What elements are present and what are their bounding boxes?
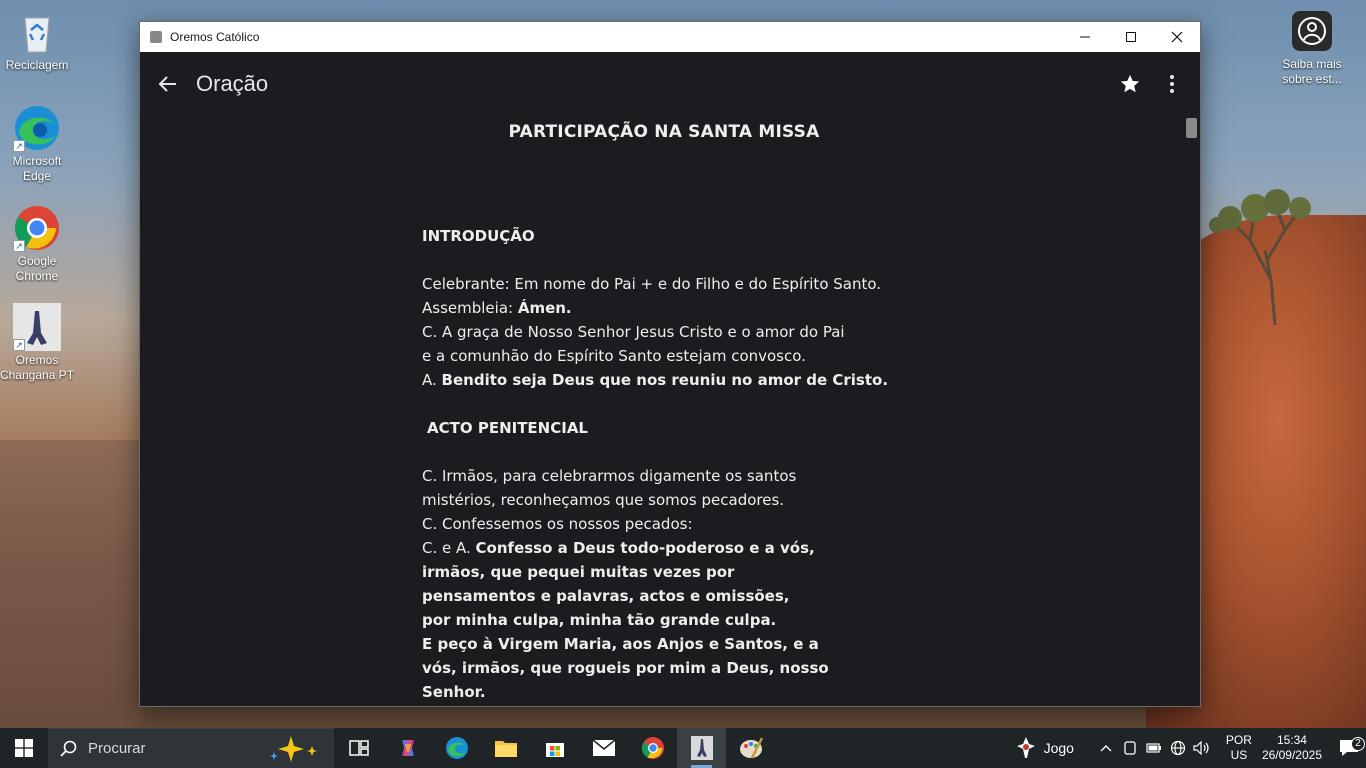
mail-icon: [592, 739, 615, 756]
game-icon: [1016, 737, 1035, 758]
chrome-app[interactable]: [628, 728, 677, 768]
minimize-button[interactable]: [1062, 22, 1108, 52]
desktop-icon-recycle-bin[interactable]: Reciclagem: [0, 8, 75, 73]
store-app[interactable]: [530, 728, 579, 768]
edge-app[interactable]: [432, 728, 481, 768]
device-tray-icon[interactable]: [1118, 741, 1142, 755]
maximize-icon: [1126, 32, 1136, 42]
spotlight-icon: [1292, 11, 1332, 51]
desktop-hill: [0, 440, 140, 728]
copilot-icon: [401, 740, 414, 756]
mail-app[interactable]: [579, 728, 628, 768]
notification-center-button[interactable]: 2: [1332, 737, 1366, 757]
game-widget[interactable]: Jogo: [1016, 736, 1074, 760]
scrollbar-thumb[interactable]: [1186, 118, 1197, 138]
paint-app[interactable]: [726, 728, 775, 768]
volume-tray-icon[interactable]: [1190, 741, 1214, 755]
speaker-icon: [1193, 741, 1209, 755]
chrome-icon: ↗: [13, 204, 61, 252]
desktop-icon-oremos-changana[interactable]: ↗ Oremos Changana PT: [0, 303, 75, 383]
window-title: Oremos Católico: [170, 30, 260, 44]
search-placeholder: Procurar: [88, 740, 146, 757]
text-line: irmãos, que pequei muitas vezes por: [422, 563, 735, 581]
section-heading: ACTO PENITENCIAL: [427, 419, 588, 437]
show-hidden-icons-button[interactable]: [1094, 744, 1118, 752]
shortcut-arrow-icon: ↗: [13, 140, 25, 152]
desktop-icon-edge[interactable]: ↗ Microsoft Edge: [0, 104, 75, 184]
search-box[interactable]: Procurar: [48, 728, 334, 768]
clock[interactable]: 15:34 26/09/2025: [1262, 733, 1322, 763]
battery-icon: [1146, 743, 1161, 753]
desktop-tree: [1209, 189, 1311, 325]
favorite-button[interactable]: [1109, 60, 1151, 108]
app-window: Oremos Católico Oração PARTICIPAÇÃO NA S…: [139, 21, 1201, 707]
device-icon: [1124, 741, 1136, 755]
oremos-app[interactable]: [677, 728, 726, 768]
notification-count-badge: 2: [1351, 737, 1365, 751]
text-line: C. Confessemos os nossos pecados:: [422, 515, 693, 533]
search-icon: [60, 740, 77, 757]
globe-icon: [1170, 740, 1186, 756]
taskbar: Procurar Jogo POR US 15:34 26/09/2025 2: [0, 728, 1366, 768]
desktop-icon-chrome[interactable]: ↗ Google Chrome: [0, 204, 75, 284]
text-line: e a comunhão do Espírito Santo estejam c…: [422, 347, 806, 365]
page-title: Oração: [196, 71, 269, 96]
recycle-bin-icon: [13, 8, 61, 56]
arrow-back-icon: [158, 76, 176, 92]
network-tray-icon[interactable]: [1166, 740, 1190, 756]
star-icon: [1120, 74, 1140, 93]
text-line: Celebrante: Em nome do Pai + e do Filho …: [422, 275, 882, 293]
system-tray: Jogo POR US 15:34 26/09/2025 2: [1016, 728, 1366, 768]
shortcut-arrow-icon: ↗: [13, 339, 25, 351]
chevron-up-icon: [1100, 745, 1112, 752]
edge-icon: ↗: [13, 104, 61, 152]
folder-icon: [494, 741, 517, 757]
desktop-icon-learn-more[interactable]: Saiba mais sobre est...: [1274, 11, 1350, 87]
more-options-button[interactable]: [1151, 60, 1193, 108]
copilot-app[interactable]: [383, 728, 432, 768]
file-explorer-app[interactable]: [481, 728, 530, 768]
sparkle-icon: [270, 736, 317, 762]
text-line: C. e A. Confesso a Deus todo-poderoso e …: [422, 539, 815, 557]
task-view-icon: [348, 740, 369, 756]
praying-hands-icon: ↗: [13, 303, 61, 351]
shortcut-arrow-icon: ↗: [13, 240, 25, 252]
app-bar: Oração: [140, 52, 1200, 116]
palette-icon: [739, 737, 763, 759]
minimize-icon: [1080, 36, 1090, 38]
input-language[interactable]: POR US: [1226, 733, 1252, 763]
text-line: C. A graça de Nosso Senhor Jesus Cristo …: [422, 323, 845, 341]
chrome-icon: [641, 737, 664, 759]
maximize-button[interactable]: [1108, 22, 1154, 52]
back-button[interactable]: [140, 60, 196, 108]
prayer-heading: PARTICIPAÇÃO NA SANTA MISSA: [508, 122, 820, 142]
text-line: por minha culpa, minha tão grande culpa.: [422, 611, 777, 629]
task-view-button[interactable]: [334, 728, 383, 768]
text-line: Senhor.: [422, 683, 486, 701]
edge-icon: [445, 737, 468, 759]
text-line: A. Bendito seja Deus que nos reuniu no a…: [422, 371, 889, 389]
text-line: C. Irmãos, para celebrarmos digamente os…: [422, 467, 797, 485]
store-icon: [545, 743, 564, 757]
prayer-content[interactable]: PARTICIPAÇÃO NA SANTA MISSA INTRODUÇÃO C…: [140, 116, 1200, 706]
text-line: E peço à Virgem Maria, aos Anjos e Santo…: [422, 635, 819, 653]
close-button[interactable]: [1154, 22, 1200, 52]
section-heading: INTRODUÇÃO: [422, 227, 535, 245]
start-button[interactable]: [0, 728, 48, 768]
text-line: pensamentos e palavras, actos e omissões…: [422, 587, 790, 605]
app-small-icon: [150, 31, 162, 43]
praying-hands-icon: [690, 736, 713, 760]
window-titlebar[interactable]: Oremos Católico: [140, 22, 1200, 52]
text-line: Assembleia: Ámen.: [422, 299, 572, 317]
text-line: vós, irmãos, que rogueis por mim a Deus,…: [422, 659, 829, 677]
windows-logo-icon: [15, 739, 33, 757]
text-line: mistérios, reconheçamos que somos pecado…: [422, 491, 785, 509]
close-icon: [1171, 31, 1183, 43]
more-vert-icon: [1170, 75, 1174, 93]
battery-tray-icon[interactable]: [1142, 742, 1166, 754]
